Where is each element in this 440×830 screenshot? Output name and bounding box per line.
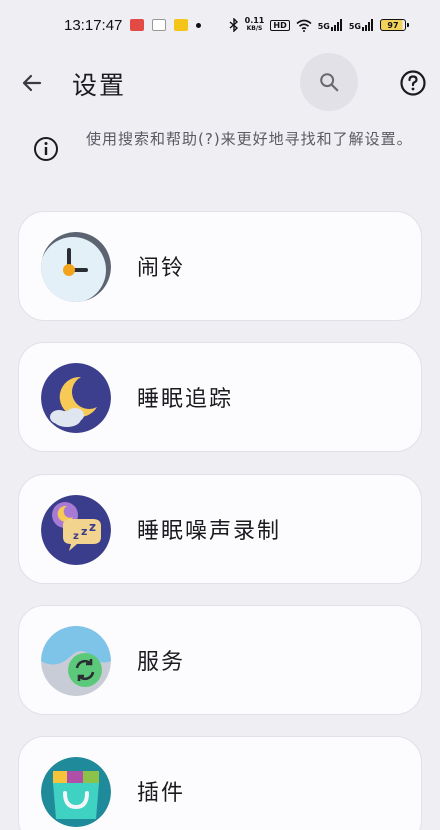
alarm-clock-icon (41, 232, 111, 302)
status-right: 0.11 KB/S HD 5G 5G 97 (229, 17, 409, 33)
status-time: 13:17:47 (64, 16, 123, 34)
signal-1: 5G (318, 19, 343, 31)
settings-item-label: 闹铃 (137, 256, 186, 281)
settings-item-label: 服务 (137, 650, 186, 675)
settings-item-plugins[interactable]: 插件 (18, 736, 422, 830)
network-speed: 0.11 KB/S (245, 17, 265, 33)
notification-red-icon (130, 19, 145, 31)
arrow-left-icon (22, 74, 42, 92)
sleep-noise-icon: z z z (41, 495, 111, 565)
settings-item-services[interactable]: 服务 (18, 605, 422, 715)
status-left: 13:17:47 (64, 16, 202, 34)
info-row: 使用搜索和帮助(?)来更好地寻找和了解设置。 (0, 122, 440, 182)
network-speed-value: 0.11 (244, 16, 265, 25)
sync-service-icon (41, 626, 111, 696)
back-button[interactable] (12, 63, 52, 103)
signal-2: 5G (349, 19, 374, 31)
settings-item-alarm[interactable]: 闹铃 (18, 211, 422, 321)
hd-badge: HD (270, 19, 290, 31)
settings-item-label: 睡眠追踪 (137, 387, 234, 412)
signal-bars-icon (330, 19, 342, 31)
app-bar: 设置 (0, 50, 440, 120)
signal-bars-icon (362, 19, 373, 31)
settings-item-label: 插件 (137, 781, 186, 806)
svg-text:z: z (81, 525, 87, 538)
help-circle-icon (400, 70, 426, 96)
bluetooth-icon (229, 18, 238, 32)
settings-item-sleep-tracking[interactable]: 睡眠追踪 (18, 342, 422, 452)
battery-icon: 97 (380, 19, 409, 31)
info-icon (34, 137, 58, 161)
network-speed-unit: KB/S (246, 25, 263, 32)
more-notifications-dot-icon (196, 22, 202, 28)
settings-item-sleep-noise[interactable]: z z z 睡眠噪声录制 (18, 474, 422, 584)
notification-app-icon (152, 19, 167, 31)
battery-level: 97 (387, 20, 399, 30)
svg-text:z: z (73, 531, 79, 542)
wifi-icon (296, 19, 312, 32)
signal-2-label: 5G (348, 22, 361, 31)
plugin-bag-icon (41, 757, 111, 827)
page-title: 设置 (72, 71, 127, 100)
search-icon (320, 73, 339, 92)
help-button[interactable] (398, 68, 428, 98)
settings-item-label: 睡眠噪声录制 (137, 519, 282, 544)
info-text: 使用搜索和帮助(?)来更好地寻找和了解设置。 (86, 130, 413, 148)
signal-1-label: 5G (317, 22, 330, 31)
moon-cloud-icon (41, 363, 111, 433)
status-bar: 13:17:47 0.11 KB/S HD 5G 5G 97 (0, 0, 440, 50)
search-button[interactable] (300, 53, 358, 111)
notification-yellow-icon (174, 19, 189, 31)
svg-text:z: z (89, 520, 96, 534)
